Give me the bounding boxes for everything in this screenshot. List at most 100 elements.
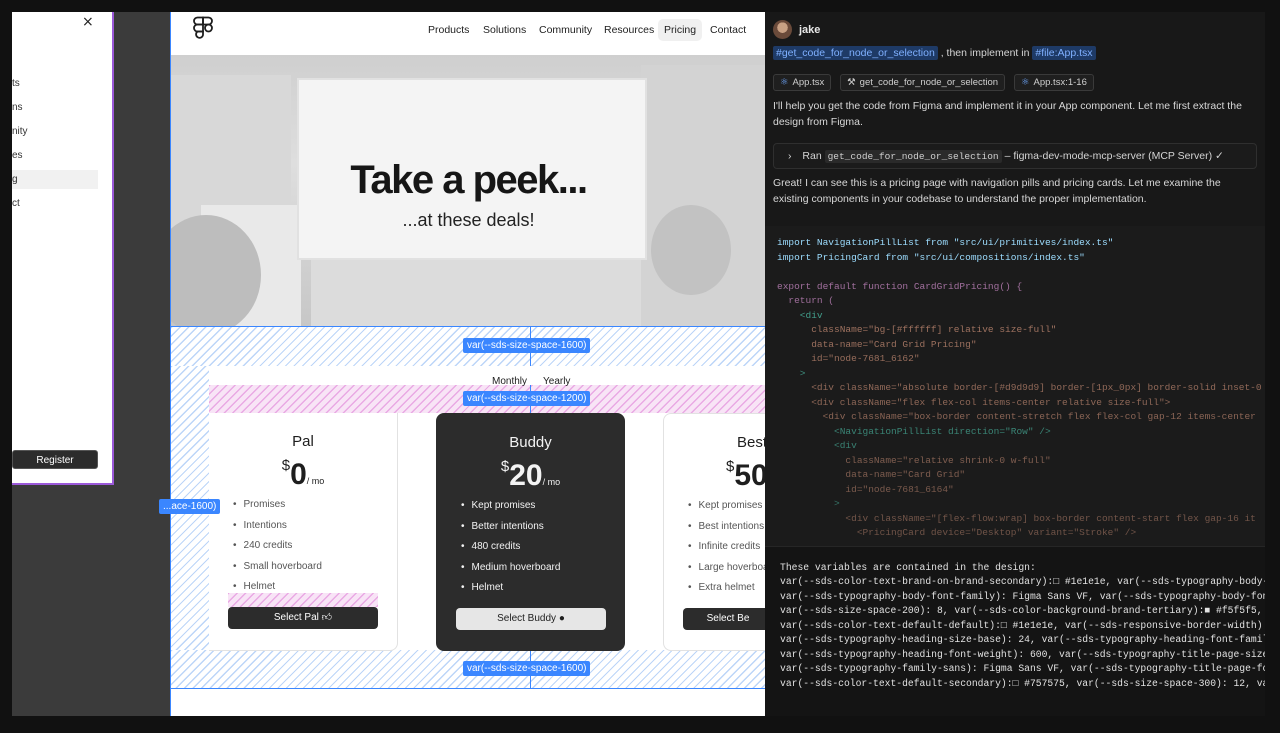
chevron-right-icon: › [788, 150, 792, 162]
feature-item: Medium hoverboard [461, 562, 561, 583]
file-reference-chip[interactable]: #file:App.tsx [1032, 46, 1096, 60]
card-grid-pricing-section[interactable]: var(--sds-size-space-1600) var(--sds-siz… [171, 326, 765, 689]
variables-line: var(--sds-typography-heading-size-base):… [780, 634, 1265, 645]
mobile-menu-item-contact[interactable]: ct [12, 198, 20, 209]
nav-link-resources[interactable]: Resources [598, 19, 660, 41]
close-icon[interactable]: × [82, 14, 94, 30]
mobile-menu-frame[interactable]: × ts ns nity es g ct Register [12, 12, 114, 485]
assistant-message: I'll help you get the code from Figma an… [773, 100, 1242, 128]
currency: $ [281, 457, 291, 474]
mobile-menu-label: ns [12, 102, 23, 113]
toggle-monthly[interactable]: Monthly [492, 376, 527, 387]
feature-list: Kept promises Better intentions 480 cred… [461, 500, 561, 603]
code-line: id="node-7681_6164" [777, 484, 954, 495]
context-item[interactable]: ⚛ App.tsx [773, 74, 832, 91]
nav-link-solutions[interactable]: Solutions [477, 19, 532, 41]
card-title: Pal [292, 433, 314, 450]
context-item[interactable]: ⚛ App.tsx:1-16 [1013, 74, 1094, 91]
gap-overlay [228, 593, 378, 607]
toggle-yearly[interactable]: Yearly [543, 376, 570, 387]
copilot-chat-panel[interactable]: jake #get_code_for_node_or_selection , t… [765, 12, 1265, 716]
mobile-menu-label: es [12, 150, 23, 161]
tool-name: get_code_for_node_or_selection [824, 150, 1002, 163]
amount: 0 [290, 458, 307, 491]
context-attachments: ⚛ App.tsx ⚒ get_code_for_node_or_selection… [773, 74, 1100, 91]
code-line: <div [777, 310, 823, 321]
feature-item: Intentions [233, 520, 322, 541]
amount: 20 [509, 459, 543, 492]
variables-line: var(--sds-color-text-default-secondary):… [780, 678, 1265, 689]
nav-link-products[interactable]: Products [422, 19, 475, 41]
select-pal-button[interactable]: Select Pal 👍︎ [228, 607, 378, 629]
feature-item: Extra helmet [688, 582, 765, 603]
code-line: <div className="[flex-flow:wrap] box-bor… [777, 513, 1256, 524]
variables-line: var(--sds-typography-body-font-family): … [780, 591, 1265, 602]
mobile-menu-item-solutions[interactable]: ns [12, 102, 23, 113]
amount: 50 [734, 459, 765, 492]
spacing-label-bottom: var(--sds-size-space-1600) [463, 661, 591, 676]
spacing-label-gap: var(--sds-size-space-1200) [463, 391, 591, 406]
spacing-label-top: var(--sds-size-space-1600) [463, 338, 591, 353]
desktop-pricing-frame[interactable]: Products Solutions Community Resources P… [170, 12, 765, 716]
code-line: <div className="flex flex-col items-cent… [777, 397, 1171, 408]
thumbs-up-icon: 👍︎ [321, 612, 333, 623]
feature-list: Kept promises Best intentions Infinite c… [688, 500, 765, 603]
variables-line: var(--sds-typography-family-sans): Figma… [780, 663, 1265, 674]
card-price: $50 [726, 458, 765, 493]
code-block[interactable]: import NavigationPillList from "src/ui/p… [765, 226, 1265, 546]
card-title: Best [737, 434, 765, 451]
feature-item: Small hoverboard [233, 561, 322, 582]
figma-logo-icon[interactable] [193, 16, 213, 44]
figma-canvas[interactable]: × ts ns nity es g ct Register Products S… [12, 12, 765, 716]
pricing-card-pal[interactable]: Pal $0/ mo Promises Intentions 240 credi… [209, 413, 398, 651]
code-line: <div [777, 440, 857, 451]
button-label: Select Pal [273, 612, 319, 623]
code-line: > [777, 368, 806, 379]
hero-section: Take a peek... ...at these deals! [171, 55, 765, 326]
feature-item: Large hoverboa [688, 562, 765, 583]
mobile-menu-item-community[interactable]: nity [12, 126, 28, 137]
tool-invocation-row[interactable]: › Ran get_code_for_node_or_selection – f… [773, 143, 1257, 169]
feature-list: Promises Intentions 240 credits Small ho… [233, 499, 322, 602]
mobile-menu-item-resources[interactable]: es [12, 150, 23, 161]
tool-reference-chip[interactable]: #get_code_for_node_or_selection [773, 46, 938, 60]
button-label: Select Buddy [497, 613, 557, 624]
app-window: × ts ns nity es g ct Register Products S… [0, 0, 1280, 733]
dog-icon: ● [558, 613, 565, 624]
spacing-label-left: ...ace-1600) [159, 499, 221, 514]
variables-line: var(--sds-typography-heading-font-weight… [780, 649, 1265, 660]
design-variables-block[interactable]: These variables are contained in the des… [765, 546, 1265, 716]
button-label: Select Be [706, 613, 750, 624]
feature-item: Better intentions [461, 521, 560, 542]
mobile-menu-item-pricing[interactable]: g [12, 170, 98, 189]
code-line: <NavigationPillList direction="Row" /> [777, 426, 1051, 437]
select-buddy-button[interactable]: Select Buddy ● [456, 608, 606, 630]
feature-item: 480 credits [461, 541, 560, 562]
select-best-button[interactable]: Select Be [683, 608, 765, 630]
feature-item: Kept promises [688, 500, 765, 521]
react-icon: ⚛ [1020, 77, 1030, 88]
code-line: <PricingCard device="Desktop" variant="S… [777, 527, 1137, 538]
period: / mo [306, 476, 325, 486]
code-line: import NavigationPillList from "src/ui/p… [777, 237, 1114, 248]
pricing-card-buddy[interactable]: Buddy $20/ mo Kept promises Better inten… [436, 413, 625, 651]
variables-line: These variables are contained in the des… [780, 562, 1036, 573]
nav-link-pricing[interactable]: Pricing [658, 19, 703, 41]
tool-prefix: Ran [802, 150, 822, 162]
context-item[interactable]: ⚒ get_code_for_node_or_selection [840, 74, 1006, 91]
mobile-menu-label: g [12, 174, 18, 185]
code-line: <div className="absolute border-[#d9d9d9… [777, 382, 1262, 393]
currency: $ [500, 458, 510, 475]
register-button[interactable]: Register [12, 450, 98, 469]
billing-toggle[interactable]: Monthly Yearly [490, 372, 610, 392]
hero-subtitle: ...at these deals! [402, 210, 535, 230]
nav-link-contact[interactable]: Contact [704, 19, 752, 41]
nav-link-community[interactable]: Community [533, 19, 598, 41]
context-label: get_code_for_node_or_selection [859, 77, 999, 88]
feature-item: Helmet [461, 582, 560, 603]
feature-item: Infinite credits [688, 541, 765, 562]
mobile-menu-item-products[interactable]: ts [12, 78, 20, 89]
pricing-card-best[interactable]: Best $50 Kept promises Best intentions I… [663, 413, 765, 651]
code-line: > [777, 498, 840, 509]
code-line: return ( [777, 295, 835, 306]
